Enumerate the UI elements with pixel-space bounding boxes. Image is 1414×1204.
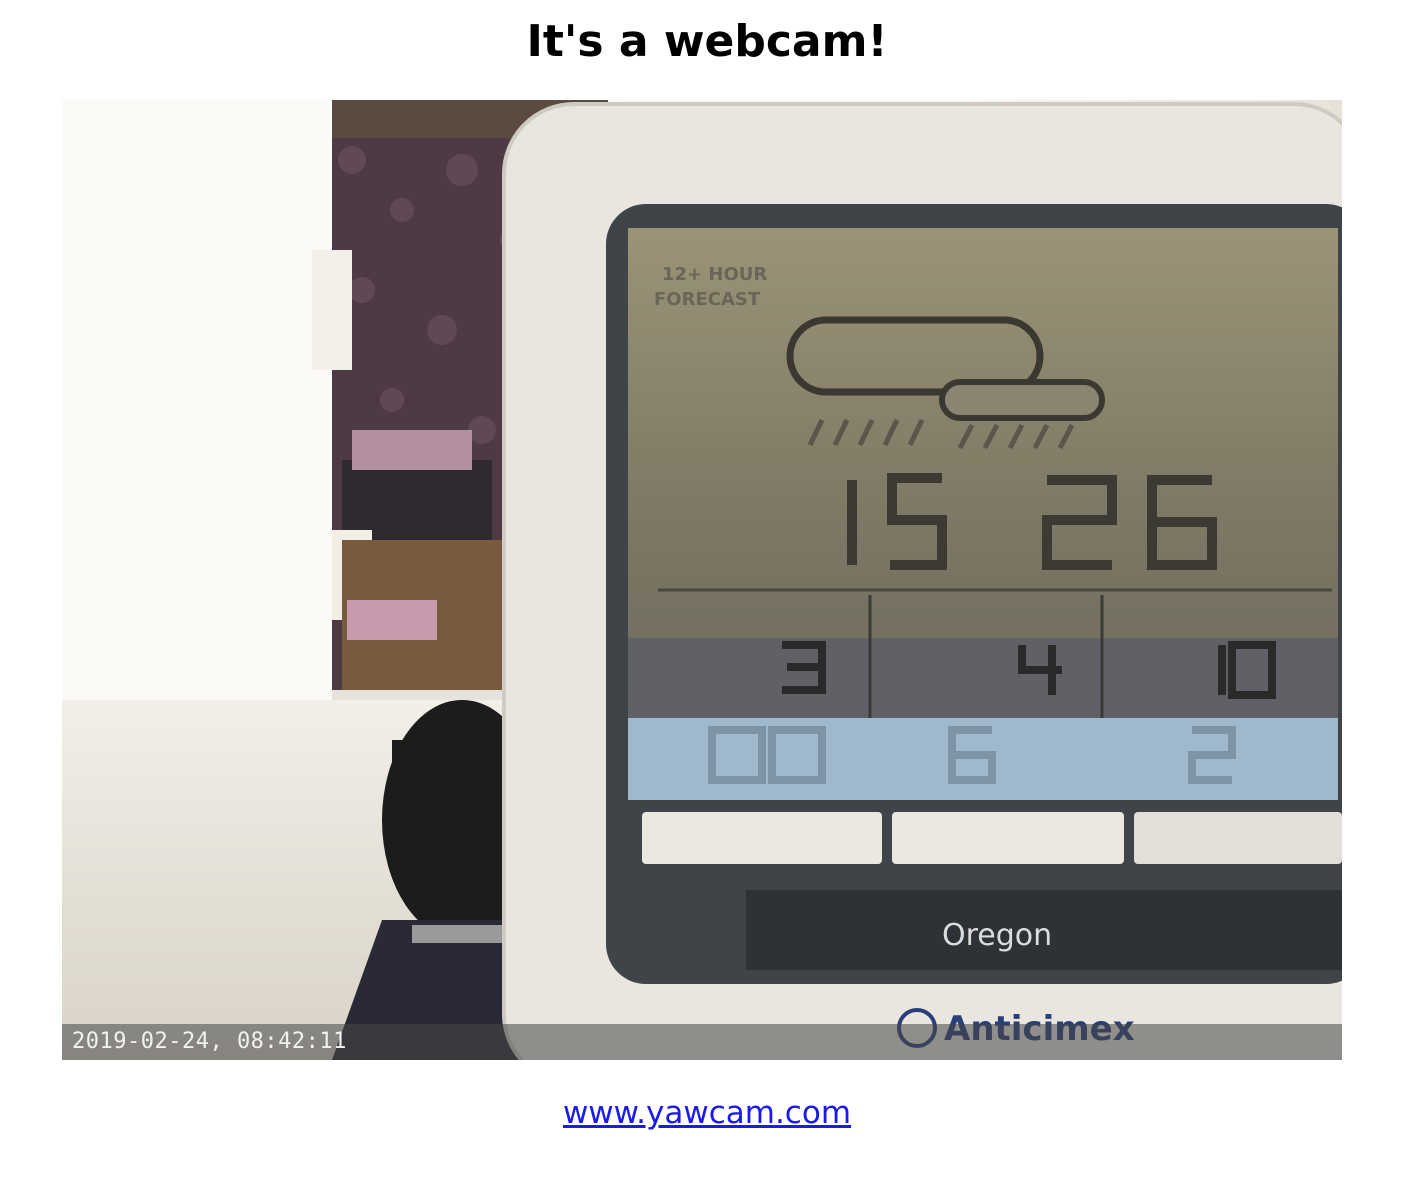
timestamp: 2019-02-24, 08:42:11: [72, 1029, 347, 1054]
forecast-label-2: FORECAST: [654, 289, 761, 310]
webcam-image: 12+ HOUR FORECAST Oregon 2019-02-24, 08:…: [62, 100, 1342, 1060]
page-title: It's a webcam!: [526, 16, 888, 67]
brand-label: Oregon: [942, 918, 1052, 953]
footer: www.yawcam.com: [0, 1093, 1414, 1133]
forecast-label-1: 12+ HOUR: [662, 264, 767, 285]
yawcam-link[interactable]: www.yawcam.com: [563, 1095, 851, 1131]
